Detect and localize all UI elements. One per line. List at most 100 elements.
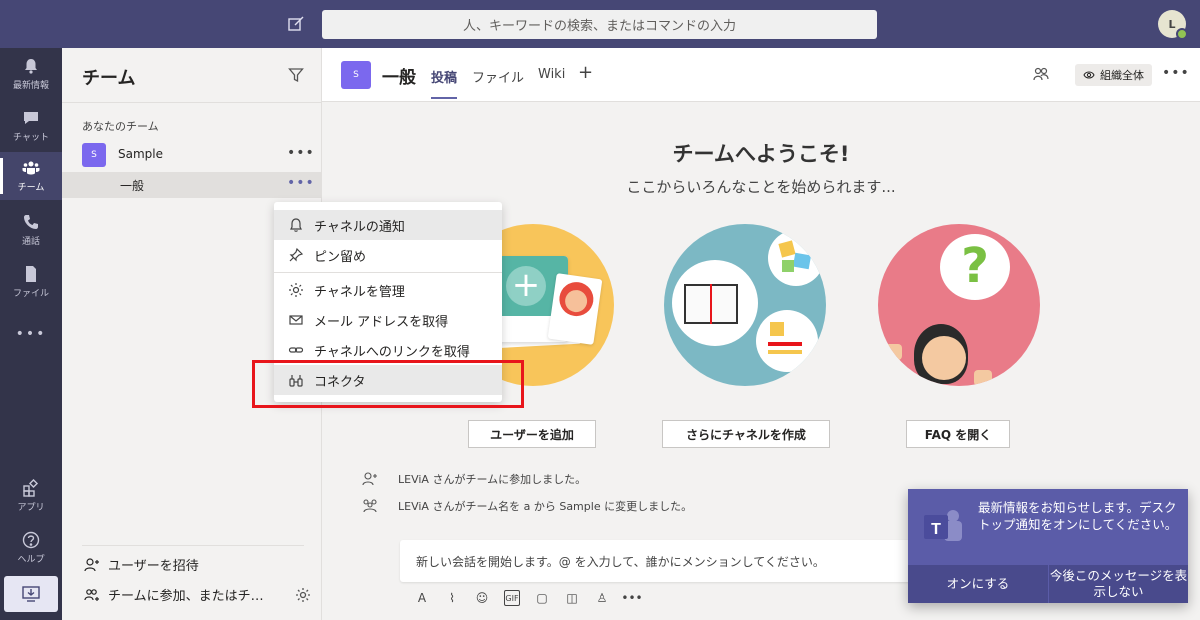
- compose-input[interactable]: 新しい会話を開始します。@ を入力して、誰かにメンションしてください。: [400, 540, 920, 582]
- more-options-icon[interactable]: •••: [287, 175, 315, 191]
- rail-item-files[interactable]: ファイル: [0, 258, 62, 306]
- more-icon: •••: [15, 326, 47, 342]
- divider: [62, 102, 322, 103]
- compose-toolbar: A ⌇ ☺ GIF ▢ ◫ ♙ •••: [414, 590, 643, 606]
- channel-item-general[interactable]: 一般 •••: [62, 172, 322, 198]
- channel-name: 一般: [120, 179, 145, 193]
- add-tab-button[interactable]: +: [578, 62, 593, 83]
- rail-label: チャット: [13, 133, 49, 143]
- rail-label: ファイル: [12, 289, 49, 299]
- rail-item-help[interactable]: ヘルプ: [0, 524, 62, 572]
- meet-now-icon[interactable]: ◫: [564, 590, 580, 606]
- mail-icon: [289, 315, 303, 325]
- notification-toast: T 最新情報をお知らせします。デスクトップ通知をオンにしてください。 オンにする…: [908, 489, 1188, 603]
- help-icon: [22, 531, 40, 549]
- phone-icon: [24, 215, 38, 229]
- menu-label: チャネルの通知: [314, 219, 405, 235]
- channel-header: S 一般 投稿 ファイル Wiki + 組織全体 •••: [322, 48, 1200, 102]
- filter-icon[interactable]: [288, 67, 304, 83]
- bell-icon: [25, 59, 37, 74]
- tab-wiki[interactable]: Wiki: [538, 67, 565, 82]
- praise-icon[interactable]: ♙: [594, 590, 610, 606]
- rail-item-more[interactable]: •••: [0, 310, 62, 358]
- rail-item-chat[interactable]: チャット: [0, 102, 62, 150]
- apps-icon: [23, 479, 39, 497]
- rail-item-calls[interactable]: 通話: [0, 206, 62, 254]
- add-person-icon: [84, 557, 99, 571]
- teams-logo-icon: T: [924, 510, 962, 541]
- link-icon: [288, 347, 304, 353]
- feed-item: LEViA さんがチーム名を a から Sample に変更しました。: [362, 498, 692, 514]
- rail-item-apps[interactable]: アプリ: [0, 472, 62, 520]
- format-icon[interactable]: A: [414, 590, 430, 606]
- bell-icon: [290, 218, 302, 232]
- avatar[interactable]: L: [1158, 10, 1188, 40]
- divider: [274, 272, 502, 273]
- menu-item-channel-notifications[interactable]: チャネルの通知: [274, 210, 502, 240]
- menu-label: メール アドレスを取得: [314, 314, 449, 330]
- channel-title: 一般: [382, 68, 416, 88]
- rail-label: チーム: [17, 183, 45, 193]
- rail-item-activity[interactable]: 最新情報: [0, 50, 62, 98]
- invite-label: ユーザーを招待: [108, 559, 199, 574]
- gear-icon: [289, 283, 303, 297]
- rail-label: アプリ: [17, 503, 45, 513]
- org-wide-badge[interactable]: 組織全体: [1075, 64, 1152, 86]
- app-rail: 最新情報 チャット チーム 通話 ファイル ••• アプリ ヘルプ: [0, 48, 62, 620]
- more-options-icon[interactable]: •••: [1162, 65, 1190, 81]
- section-label: あなたのチーム: [82, 120, 159, 133]
- dismiss-notification-button[interactable]: 今後このメッセージを表示しない: [1049, 565, 1188, 603]
- add-users-button[interactable]: ユーザーを追加: [468, 420, 596, 448]
- menu-item-manage-channel[interactable]: チャネルを管理: [274, 275, 502, 305]
- tab-files[interactable]: ファイル: [472, 67, 524, 86]
- annotation-highlight-box: [252, 360, 524, 408]
- download-app-button[interactable]: [4, 576, 58, 612]
- panel-title: チーム: [82, 68, 136, 89]
- more-options-icon[interactable]: •••: [287, 145, 315, 161]
- invite-user-button[interactable]: ユーザーを招待: [84, 555, 199, 574]
- feed-text: LEViA さんがチーム名を a から Sample に変更しました。: [398, 500, 693, 513]
- tab-posts[interactable]: 投稿: [431, 67, 458, 99]
- join-team-icon: [84, 588, 99, 601]
- avatar-initial: L: [1168, 17, 1176, 31]
- menu-item-pin[interactable]: ピン留め: [274, 240, 502, 270]
- join-team-button[interactable]: チームに参加、またはチ…: [84, 585, 264, 604]
- chat-icon: [24, 112, 38, 124]
- svg-text:T: T: [931, 521, 941, 538]
- emoji-icon[interactable]: ☺: [474, 590, 490, 606]
- feed-item: LEViA さんがチームに参加しました。: [362, 471, 586, 487]
- pin-icon: [289, 247, 304, 262]
- org-badge-label: 組織全体: [1100, 69, 1144, 82]
- open-faq-button[interactable]: FAQ を開く: [906, 420, 1010, 448]
- feed-text: LEViA さんがチームに参加しました。: [398, 473, 587, 486]
- faq-illustration: ?: [878, 224, 1040, 386]
- channel-avatar: S: [341, 61, 371, 89]
- welcome-title: チームへようこそ!: [672, 142, 850, 166]
- team-members-icon[interactable]: [1032, 65, 1050, 83]
- welcome-subtitle: ここからいろんなことを始められます...: [626, 178, 896, 196]
- divider: [82, 545, 304, 546]
- team-item-sample[interactable]: S Sample •••: [62, 141, 322, 169]
- menu-label: チャネルへのリンクを取得: [314, 344, 470, 360]
- menu-item-get-email[interactable]: メール アドレスを取得: [274, 305, 502, 335]
- file-icon: [26, 266, 36, 282]
- more-options-icon[interactable]: •••: [621, 590, 642, 606]
- sticker-icon[interactable]: ▢: [534, 590, 550, 606]
- enable-notifications-button[interactable]: オンにする: [908, 565, 1048, 603]
- menu-label: チャネルを管理: [314, 284, 405, 300]
- teams-icon: [22, 161, 40, 175]
- top-bar: 人、キーワードの検索、またはコマンドの入力 L: [0, 0, 1200, 48]
- rail-item-teams[interactable]: チーム: [0, 152, 62, 200]
- attach-icon[interactable]: ⌇: [444, 590, 460, 606]
- team-renamed-icon: [363, 499, 377, 513]
- rail-label: 通話: [21, 237, 40, 247]
- presence-icon: [1176, 28, 1188, 40]
- download-icon: [22, 586, 40, 602]
- create-channel-button[interactable]: さらにチャネルを作成: [662, 420, 830, 448]
- team-name: Sample: [118, 147, 163, 161]
- search-input[interactable]: 人、キーワードの検索、またはコマンドの入力: [322, 10, 877, 39]
- gear-icon[interactable]: [295, 587, 311, 603]
- create-channel-illustration: [664, 224, 826, 386]
- gif-icon[interactable]: GIF: [504, 590, 520, 606]
- new-chat-icon[interactable]: [286, 14, 306, 34]
